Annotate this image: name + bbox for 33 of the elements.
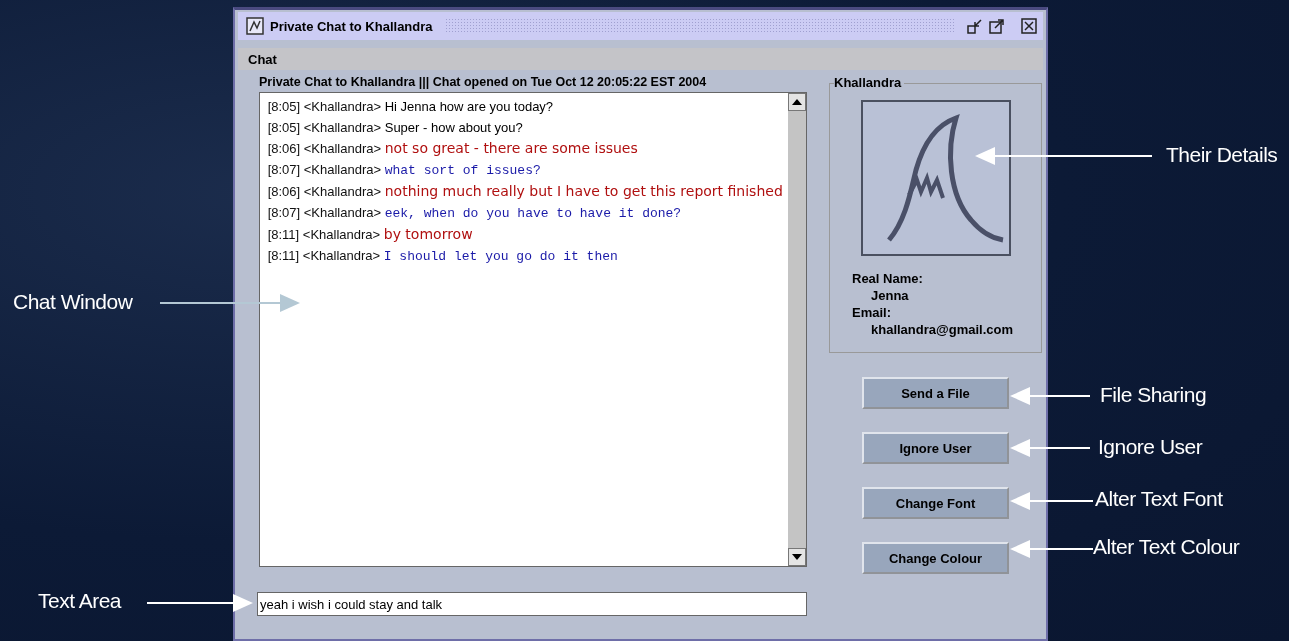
menu-item[interactable]: Chat: [248, 51, 277, 67]
callout-label: Chat Window: [13, 290, 133, 314]
callout-label: Alter Text Font: [1095, 487, 1223, 511]
profile-name: Khallandra: [834, 75, 905, 90]
action-button[interactable]: Change Colour: [862, 542, 1009, 574]
callout-label: Ignore User: [1098, 435, 1203, 459]
action-button[interactable]: Send a File: [862, 377, 1009, 409]
action-button[interactable]: Change Font: [862, 487, 1009, 519]
window-title: Private Chat to Khallandra: [270, 18, 433, 34]
message-input[interactable]: yeah i wish i could stay and talk: [257, 592, 807, 616]
callout-label: Their Details: [1166, 143, 1278, 167]
window-icon: [246, 17, 264, 35]
action-button[interactable]: Ignore User: [862, 432, 1009, 464]
field-label: Real Name:: [852, 270, 924, 287]
chat-message: [8:06] <Khallandra> not so great - there are some issues: [266, 139, 639, 158]
callout-label: File Sharing: [1100, 383, 1207, 407]
chat-message: [8:07] <Khallandra> eek, when do you have to have it done?: [266, 204, 683, 223]
chat-message: [8:07] <Khallandra> what sort of issues?: [266, 161, 542, 180]
chat-header: Private Chat to Khallandra ||| Chat opened on Tue Oct 12 20:05:22 EST 2004: [259, 75, 708, 91]
field-value: Jenna: [870, 287, 910, 304]
chat-message: [8:05] <Khallandra> Super - how about you?: [266, 119, 524, 137]
field-value: khallandra@gmail.com: [870, 321, 1014, 338]
scroll-bar[interactable]: [788, 93, 806, 566]
minimize-icon[interactable]: [967, 18, 983, 34]
callout-label: Text Area: [38, 589, 122, 613]
chat-message: [8:11] <Khallandra> by tomorrow: [266, 225, 474, 244]
chat-message: [8:11] <Khallandra> I should let you go do it then: [266, 247, 619, 266]
close-icon[interactable]: [1021, 18, 1037, 34]
chat-message: [8:05] <Khallandra> Hi Jenna how are you today?: [266, 98, 555, 116]
callout-label: Alter Text Colour: [1093, 535, 1240, 559]
field-label: Email:: [852, 304, 892, 321]
chat-message: [8:06] <Khallandra> nothing much really but I have to get this report finished: [266, 182, 784, 201]
maximize-icon[interactable]: [989, 18, 1005, 34]
